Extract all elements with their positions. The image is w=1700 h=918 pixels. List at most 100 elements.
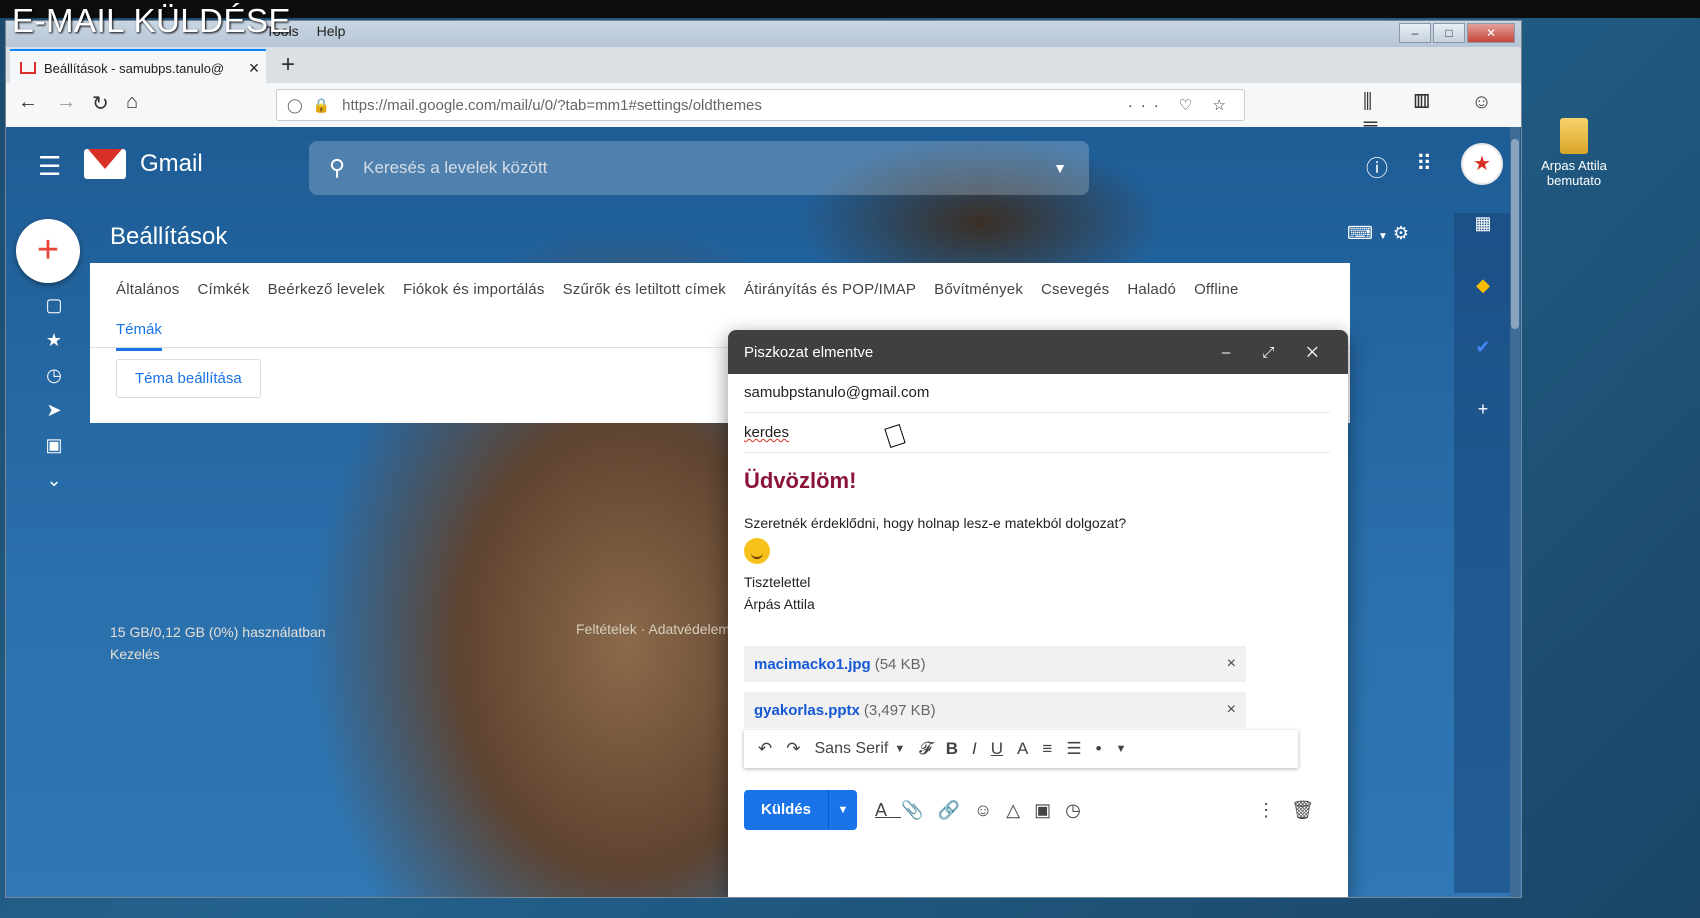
desktop-folder-icon[interactable]: Arpas Attila bemutato (1530, 118, 1618, 188)
gear-icon[interactable]: ⚙ (1393, 223, 1409, 243)
signature-line: Árpás Attila (744, 596, 815, 612)
close-window-button[interactable]: ✕ (1467, 23, 1515, 43)
emoji-icon[interactable]: ☺ (974, 800, 1006, 820)
text-color-icon[interactable]: A (1017, 739, 1028, 759)
confidential-mode-icon[interactable]: ◷ (1065, 800, 1095, 820)
remove-attachment-icon[interactable]: × (1227, 701, 1236, 719)
numbered-list-icon[interactable]: ☰ (1066, 739, 1081, 759)
new-tab-button[interactable]: + (281, 51, 295, 79)
snoozed-clock-icon[interactable]: ◷ (42, 365, 66, 400)
back-arrow-icon[interactable]: ← (18, 91, 38, 114)
search-icon[interactable]: ⚲ (329, 155, 345, 181)
gmail-favicon-icon (20, 62, 36, 74)
page-scrollbar[interactable] (1510, 127, 1520, 897)
search-box[interactable]: ⚲ ▼ (309, 141, 1089, 195)
menu-help[interactable]: Help (317, 23, 346, 39)
compose-button[interactable]: + (16, 219, 80, 283)
formatting-options-icon[interactable]: A (875, 800, 901, 820)
font-select[interactable]: Sans Serif (815, 740, 889, 758)
font-chevron-icon[interactable]: ▼ (894, 743, 905, 755)
font-size-icon[interactable]: 𝓕 (919, 739, 932, 759)
main-menu-icon[interactable]: ☰ (38, 151, 61, 182)
more-formatting-chevron-icon[interactable]: ▼ (1116, 743, 1127, 755)
search-options-chevron-icon[interactable]: ▼ (1053, 160, 1067, 176)
sent-icon[interactable]: ➤ (42, 400, 66, 435)
tab-close-icon[interactable]: × (242, 58, 266, 79)
send-options-chevron-icon[interactable]: ▼ (828, 790, 857, 830)
home-icon[interactable]: ⌂ (126, 91, 138, 114)
send-button[interactable]: Küldés (744, 790, 828, 830)
shield-icon: ◯ (287, 96, 303, 113)
video-title: E-MAIL KÜLDÉSE (12, 2, 292, 39)
forward-arrow-icon[interactable]: → (56, 91, 76, 114)
more-options-icon[interactable]: ⋮ (1257, 800, 1291, 820)
inbox-icon[interactable]: ▢ (42, 295, 66, 330)
help-icon[interactable]: ⓘ (1366, 151, 1388, 183)
formatting-toolbar: ↶ ↷ Sans Serif ▼ 𝓕 B I U A ≡ ☰ • ▼ (744, 730, 1298, 768)
bulleted-list-icon[interactable]: • (1096, 739, 1102, 759)
align-icon[interactable]: ≡ (1042, 739, 1052, 759)
footer-links[interactable]: Feltételek · Adatvédelem (576, 621, 730, 637)
gmail-logo[interactable]: Gmail (84, 149, 203, 179)
starred-icon[interactable]: ★ (42, 330, 66, 365)
more-chevron-icon[interactable]: ⌄ (42, 470, 66, 505)
tasks-icon[interactable]: ✔ (1454, 337, 1512, 399)
search-input[interactable] (361, 157, 1016, 179)
maximize-button[interactable]: □ (1433, 23, 1465, 43)
insert-photo-icon[interactable]: ▣ (1034, 800, 1065, 820)
to-field[interactable]: samubpstanulo@gmail.com (744, 374, 1330, 413)
set-theme-button[interactable]: Téma beállítása (116, 359, 261, 398)
account-avatar[interactable]: ★ (1461, 143, 1503, 185)
underline-icon[interactable]: U (991, 739, 1003, 759)
keep-icon[interactable]: ◆ (1454, 275, 1512, 337)
keyboard-icon[interactable]: ⌨ (1347, 223, 1373, 243)
insert-link-icon[interactable]: 🔗 (937, 800, 973, 820)
drive-icon[interactable]: △ (1006, 800, 1034, 820)
browser-tab[interactable]: Beállítások - samubps.tanulo@ × (10, 49, 266, 85)
page-actions-icons[interactable]: ··· ♡ ☆ (1128, 96, 1234, 114)
reload-icon[interactable]: ↻ (92, 91, 109, 116)
tab-atiranyitas[interactable]: Átirányítás és POP/IMAP (744, 281, 916, 298)
tab-offline[interactable]: Offline (1194, 281, 1238, 298)
closing-line: Tisztelettel (744, 574, 811, 590)
browser-window: Tools Help – □ ✕ Beállítások - samubps.t… (5, 20, 1522, 898)
tab-cimkek[interactable]: Címkék (198, 281, 250, 298)
settings-tools: ⌨ ▼ ⚙ (1347, 223, 1409, 244)
attachment-chip[interactable]: macimacko1.jpg (54 KB) × (744, 646, 1246, 682)
attachment-name[interactable]: macimacko1.jpg (754, 656, 871, 673)
drafts-icon[interactable]: ▣ (42, 435, 66, 470)
tab-altalanos[interactable]: Általános (116, 281, 180, 298)
page-title: Beállítások (110, 223, 228, 250)
folder-icon (1560, 118, 1588, 154)
remove-attachment-icon[interactable]: × (1227, 655, 1236, 673)
tab-bovitmenyek[interactable]: Bővítmények (934, 281, 1023, 298)
italic-icon[interactable]: I (972, 739, 977, 759)
minimize-button[interactable]: – (1399, 23, 1431, 43)
input-tools-chevron-icon[interactable]: ▼ (1378, 231, 1388, 242)
attachment-name[interactable]: gyakorlas.pptx (754, 702, 860, 719)
discard-draft-trash-icon[interactable]: 🗑 (1291, 800, 1330, 820)
attachment-chip[interactable]: gyakorlas.pptx (3,497 KB) × (744, 692, 1246, 728)
tab-halado[interactable]: Haladó (1127, 281, 1176, 298)
add-addon-icon[interactable]: + (1454, 399, 1512, 461)
window-controls: – □ ✕ (1399, 23, 1515, 43)
tab-beerkezo-levelek[interactable]: Beérkező levelek (268, 281, 385, 298)
undo-icon[interactable]: ↶ (758, 739, 772, 759)
bold-icon[interactable]: B (946, 739, 958, 759)
calendar-icon[interactable]: ▦ (1454, 213, 1512, 275)
subject-field[interactable]: kerdes (744, 414, 1330, 453)
desktop-icon-label-line2: bemutato (1546, 173, 1602, 188)
compose-window-controls[interactable]: – ⤢ ✕ (1222, 344, 1332, 361)
tab-szurok[interactable]: Szűrők és letiltott címek (563, 281, 726, 298)
redo-icon[interactable]: ↷ (786, 739, 800, 759)
settings-tabs: Általános Címkék Beérkező levelek Fiókok… (116, 281, 1239, 298)
tab-fiokok-es-importalas[interactable]: Fiókok és importálás (403, 281, 545, 298)
attach-file-icon[interactable]: 📎 (901, 800, 937, 820)
compose-header[interactable]: Piszkozat elmentve – ⤢ ✕ (728, 330, 1348, 374)
message-body[interactable]: Üdvözlöm! Szeretnék érdeklődni, hogy hol… (744, 468, 1330, 615)
url-bar[interactable]: ◯ 🔒 https://mail.google.com/mail/u/0/?ta… (276, 89, 1245, 121)
manage-link[interactable]: Kezelés (110, 643, 326, 665)
scrollbar-thumb[interactable] (1511, 139, 1519, 329)
tab-csevegés[interactable]: Csevegés (1041, 281, 1109, 298)
apps-grid-icon[interactable]: ⠿ (1416, 151, 1432, 177)
